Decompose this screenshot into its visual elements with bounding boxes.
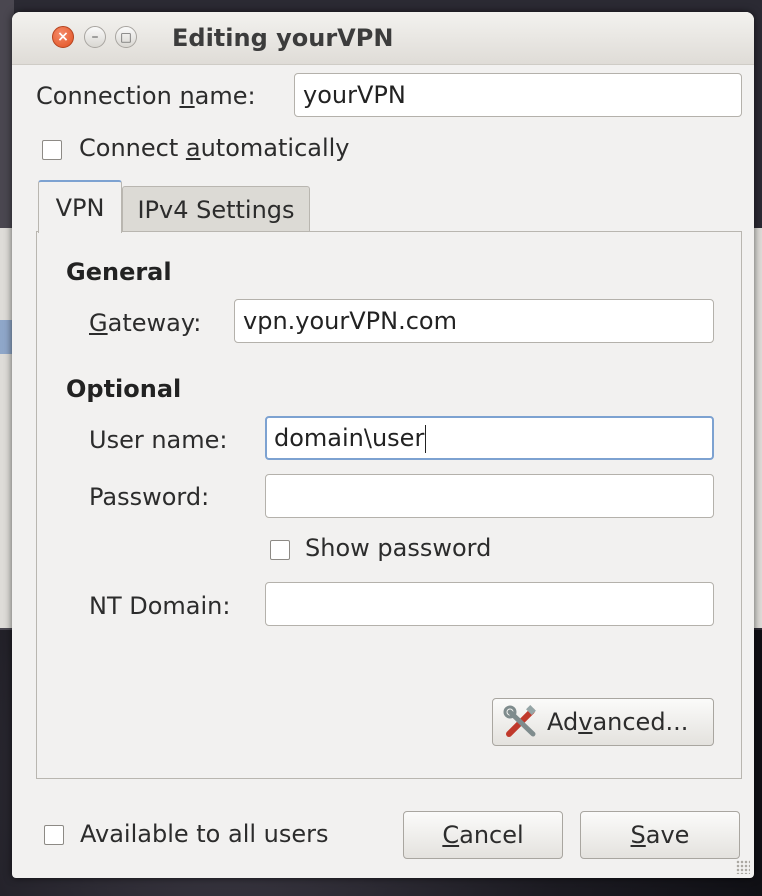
resize-grip[interactable] [736, 860, 750, 874]
connect-automatically-label[interactable]: Connect automatically [79, 134, 350, 162]
label-text: ancel [459, 821, 524, 849]
minimize-icon: – [91, 29, 99, 45]
nt-domain-input[interactable] [265, 582, 714, 626]
text-caret [425, 425, 427, 453]
tools-icon [503, 704, 539, 740]
label-text: ave [645, 821, 690, 849]
connection-name-input[interactable]: yourVPN [294, 73, 742, 117]
tab-ipv4-settings[interactable]: IPv4 Settings [122, 186, 310, 232]
label-mnemonic: v [578, 708, 593, 736]
close-window-button[interactable]: × [52, 26, 74, 48]
username-value: domain\user [274, 424, 425, 452]
password-label: Password: [89, 483, 210, 511]
advanced-label: Advanced... [547, 708, 688, 736]
maximize-icon: □ [120, 30, 132, 44]
label-text: Connection [36, 82, 180, 110]
close-icon: × [57, 29, 69, 45]
save-button[interactable]: Save [580, 811, 740, 859]
username-input[interactable]: domain\user [265, 416, 714, 460]
general-heading: General [66, 258, 172, 286]
available-to-all-users-checkbox[interactable] [44, 825, 64, 845]
username-label: User name: [89, 426, 228, 454]
label-mnemonic: a [185, 134, 201, 162]
minimize-window-button[interactable]: – [84, 26, 106, 48]
title-bar[interactable]: × – □ Editing yourVPN [12, 12, 754, 65]
gateway-label: Gateway: [89, 309, 201, 337]
window-title: Editing yourVPN [172, 24, 394, 52]
label-text: ame: [194, 82, 256, 110]
password-input[interactable] [265, 474, 714, 518]
label-mnemonic: G [89, 309, 108, 337]
label-text: Ad [547, 708, 579, 736]
show-password-checkbox[interactable] [270, 540, 290, 560]
label-mnemonic: C [442, 821, 460, 849]
label-mnemonic: n [179, 82, 195, 110]
label-mnemonic: S [630, 821, 646, 849]
label-text: utomatically [200, 134, 350, 162]
cancel-button[interactable]: Cancel [403, 811, 563, 859]
advanced-button[interactable]: Advanced... [492, 698, 714, 746]
optional-heading: Optional [66, 375, 182, 403]
nt-domain-label: NT Domain: [89, 592, 231, 620]
edit-connection-dialog: × – □ Editing yourVPN Connection name: y… [12, 12, 754, 878]
label-text: anced... [592, 708, 689, 736]
available-to-all-users-label[interactable]: Available to all users [80, 820, 329, 848]
tab-vpn[interactable]: VPN [38, 180, 122, 233]
show-password-label[interactable]: Show password [305, 534, 491, 562]
label-text: Connect [79, 134, 186, 162]
connection-name-label: Connection name: [36, 82, 256, 110]
connect-automatically-checkbox[interactable] [42, 140, 62, 160]
gateway-input[interactable]: vpn.yourVPN.com [234, 299, 714, 343]
maximize-window-button[interactable]: □ [115, 26, 137, 48]
label-text: ateway: [107, 309, 202, 337]
